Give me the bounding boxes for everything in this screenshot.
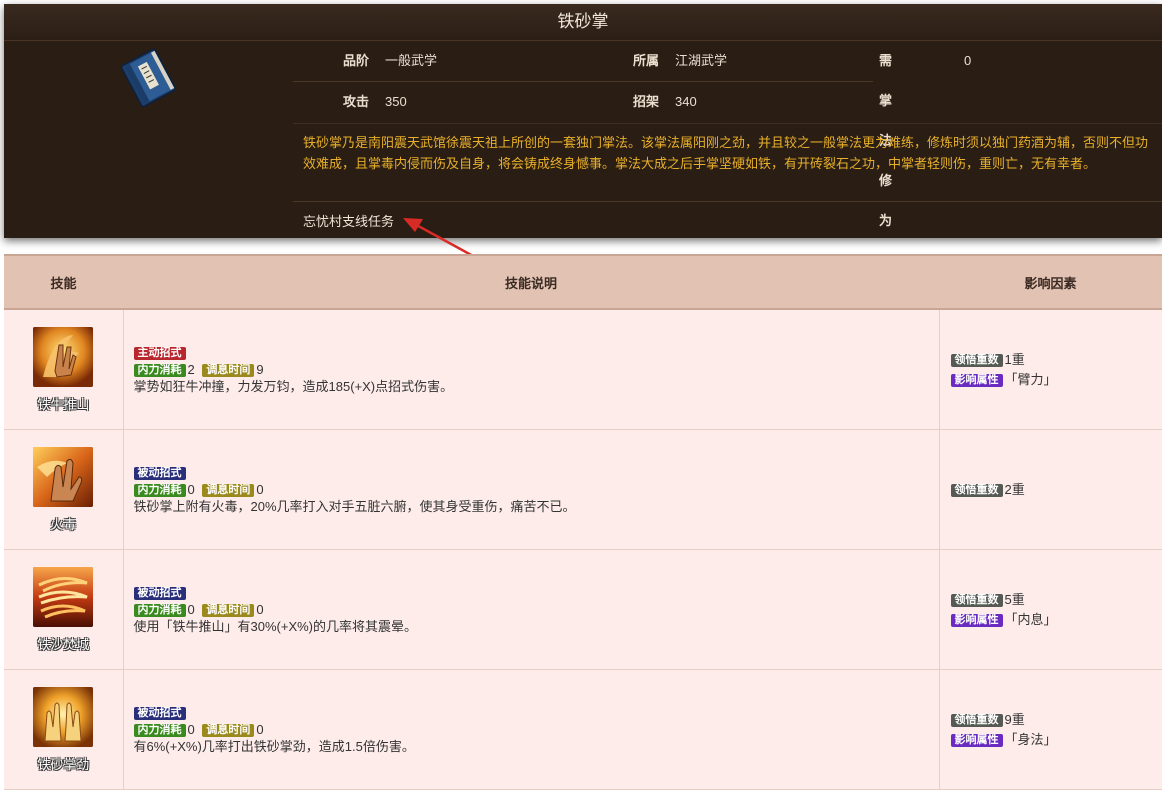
affect-attribute-value: 「内息」 <box>1004 611 1057 627</box>
comprehension-level-tag: 领悟重数 <box>950 353 1003 367</box>
table-header-row: 技能 技能说明 影响因素 <box>4 254 1162 310</box>
skill-cell: 铁牛推山 <box>4 309 124 430</box>
comprehension-level-value: 9重 <box>1004 711 1025 727</box>
affect-attribute-tag: 影响属性 <box>950 613 1003 627</box>
mp-cost-value: 2 <box>187 362 195 377</box>
skill-name: 火毒 <box>50 516 77 532</box>
book-info-area: 品阶 一般武学 所属 江湖武学 需掌法修为 0 攻击 350 招架 340 铁砂… <box>293 41 1162 238</box>
book-description: 铁砂掌乃是南阳震天武馆徐震天祖上所创的一套独门掌法。该掌法属阳刚之劲，并且较之一… <box>293 123 1162 202</box>
skill-desc-cell: 被动招式 内力消耗 0 调息时间 0 铁砂掌上附有火毒，20%几率打入对手五脏六腑，… <box>123 429 940 550</box>
mp-cost-tag: 内力消耗 <box>133 724 186 738</box>
skill-table: 技能 技能说明 影响因素 铁牛推山 主动招式 内力消耗 2 调息时间 9 掌势如… <box>4 254 1162 790</box>
attack-label: 攻击 <box>343 94 370 109</box>
table-row: 铁砂掌劲 被动招式 内力消耗 0 调息时间 0 有6%(+X%)几率打出铁砂掌劲，造… <box>4 669 1162 790</box>
skill-factors-cell: 领悟重数 1重 影响属性 「臂力」 <box>939 309 1162 430</box>
mp-cost-tag: 内力消耗 <box>133 364 186 378</box>
affect-attribute-tag: 影响属性 <box>950 373 1003 387</box>
skill-effect-text: 掌势如狂牛冲撞，力发万钧，造成185(+X)点招式伤害。 <box>133 379 454 394</box>
cooldown-value: 0 <box>256 482 264 497</box>
mp-cost-value: 0 <box>187 722 195 737</box>
skill-desc-cell: 主动招式 内力消耗 2 调息时间 9 掌势如狂牛冲撞，力发万钧，造成185(+X)点… <box>123 309 940 430</box>
blue-book-icon <box>120 48 177 107</box>
book-info-panel: 铁砂掌 品阶 一般武学 所属 江湖武学 需掌法修为 0 攻击 350 招架 34… <box>4 4 1162 238</box>
comprehension-level-tag: 领悟重数 <box>950 483 1003 497</box>
skill-effect-text: 铁砂掌上附有火毒，20%几率打入对手五脏六腑，使其身受重伤，痛苦不已。 <box>133 499 576 514</box>
table-row: 火毒 被动招式 内力消耗 0 调息时间 0 铁砂掌上附有火毒，20%几率打入对手五脏… <box>4 429 1162 550</box>
skill-effect-text: 有6%(+X%)几率打出铁砂掌劲，造成1.5倍伤害。 <box>133 739 415 754</box>
mp-cost-tag: 内力消耗 <box>133 484 186 498</box>
skill-factors-cell: 领悟重数 5重 影响属性 「内息」 <box>939 549 1162 670</box>
skill-factors-cell: 领悟重数 9重 影响属性 「身法」 <box>939 669 1162 790</box>
comprehension-level-value: 5重 <box>1004 591 1025 607</box>
affect-attribute-value: 「臂力」 <box>1004 371 1057 387</box>
passive-move-tag: 被动招式 <box>133 707 186 721</box>
header-skill: 技能 <box>4 254 123 310</box>
comprehension-level-value: 2重 <box>1004 481 1025 497</box>
header-factors: 影响因素 <box>939 254 1162 310</box>
book-icon-cell <box>4 41 293 238</box>
table-row: 铁牛推山 主动招式 内力消耗 2 调息时间 9 掌势如狂牛冲撞，力发万钧，造成185… <box>4 309 1162 430</box>
parry-label: 招架 <box>633 94 660 109</box>
school-value: 江湖武学 <box>675 53 728 68</box>
skill-name: 铁沙焚城 <box>37 636 90 652</box>
stat-row-2: 攻击 350 招架 340 <box>293 82 1162 122</box>
skill-name: 铁砂掌劲 <box>37 756 90 772</box>
cooldown-tag: 调息时间 <box>202 724 255 738</box>
skill-cell: 铁砂掌劲 <box>4 669 124 790</box>
parry-value: 340 <box>675 94 697 109</box>
cooldown-tag: 调息时间 <box>202 604 255 618</box>
cooldown-tag: 调息时间 <box>202 484 255 498</box>
school-label: 所属 <box>633 53 660 68</box>
active-move-tag: 主动招式 <box>133 347 186 361</box>
mp-cost-value: 0 <box>187 482 195 497</box>
grade-value: 一般武学 <box>385 53 438 68</box>
required-skill-value: 0 <box>964 53 972 68</box>
comprehension-level-value: 1重 <box>1004 351 1025 367</box>
glowing-palms-icon <box>33 686 94 747</box>
cooldown-value: 0 <box>256 602 264 617</box>
mp-cost-value: 0 <box>187 602 195 617</box>
palm-push-fire-icon <box>33 326 94 387</box>
skill-desc-cell: 被动招式 内力消耗 0 调息时间 0 有6%(+X%)几率打出铁砂掌劲，造成1.5倍… <box>123 669 940 790</box>
skill-cell: 铁沙焚城 <box>4 549 124 670</box>
palm-fire-poison-icon <box>33 446 94 507</box>
grade-label: 品阶 <box>343 53 370 68</box>
affect-attribute-value: 「身法」 <box>1004 731 1057 747</box>
attack-value: 350 <box>385 94 407 109</box>
skill-cell: 火毒 <box>4 429 124 550</box>
fire-vortex-icon <box>33 566 94 627</box>
cooldown-value: 9 <box>256 362 264 377</box>
skill-desc-cell: 被动招式 内力消耗 0 调息时间 0 使用「铁牛推山」有30%(+X%)的几率将其震… <box>123 549 940 670</box>
skill-effect-text: 使用「铁牛推山」有30%(+X%)的几率将其震晕。 <box>133 619 418 634</box>
passive-move-tag: 被动招式 <box>133 467 186 481</box>
passive-move-tag: 被动招式 <box>133 587 186 601</box>
affect-attribute-tag: 影响属性 <box>950 733 1003 747</box>
cooldown-value: 0 <box>256 722 264 737</box>
skill-name: 铁牛推山 <box>37 396 90 412</box>
comprehension-level-tag: 领悟重数 <box>950 713 1003 727</box>
mp-cost-tag: 内力消耗 <box>133 604 186 618</box>
skill-factors-cell: 领悟重数 2重 <box>939 429 1162 550</box>
cooldown-tag: 调息时间 <box>202 364 255 378</box>
stat-row-1: 品阶 一般武学 所属 江湖武学 需掌法修为 0 <box>293 41 971 228</box>
comprehension-level-tag: 领悟重数 <box>950 593 1003 607</box>
book-title: 铁砂掌 <box>4 4 1162 41</box>
header-description: 技能说明 <box>123 254 939 310</box>
table-row: 铁沙焚城 被动招式 内力消耗 0 调息时间 0 使用「铁牛推山」有30%(+X%)的… <box>4 549 1162 670</box>
